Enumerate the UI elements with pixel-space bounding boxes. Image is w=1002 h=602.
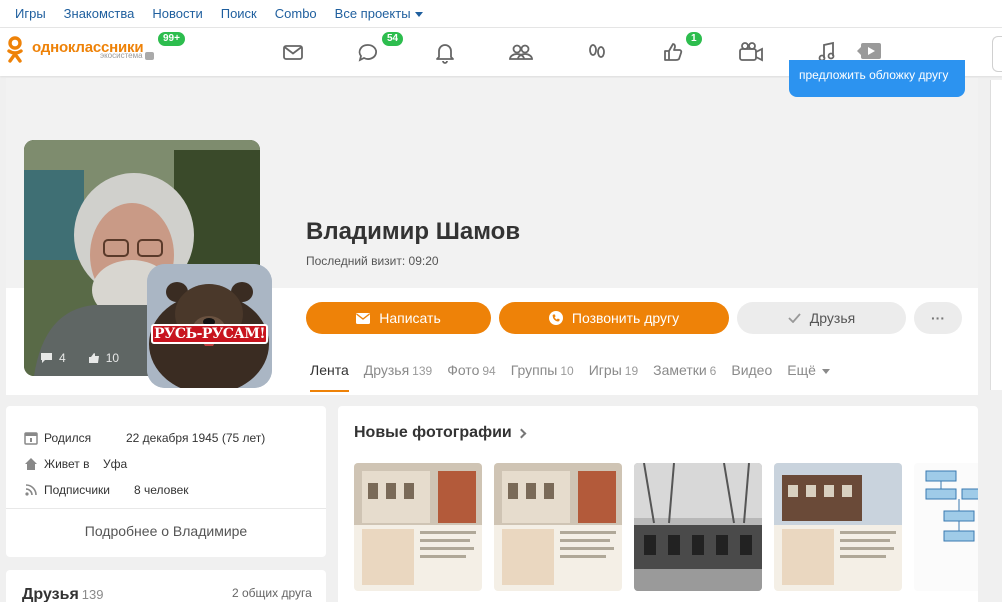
tab-groups-label: Группы bbox=[510, 362, 558, 378]
discussions-icon[interactable] bbox=[356, 40, 382, 64]
vk-icon bbox=[144, 51, 154, 60]
write-button-label: Написать bbox=[379, 310, 441, 326]
tab-feed[interactable]: Лента bbox=[310, 362, 349, 392]
photo-thumb[interactable] bbox=[774, 463, 902, 591]
notifications-icon[interactable] bbox=[432, 40, 458, 64]
tab-games-label: Игры bbox=[588, 362, 622, 378]
tab-games-count: 19 bbox=[624, 364, 639, 378]
tab-notes[interactable]: Заметки 6 bbox=[653, 362, 716, 378]
tab-photos-count: 94 bbox=[482, 364, 496, 378]
scrollbar[interactable] bbox=[990, 80, 1002, 390]
lives-label: Живет в bbox=[44, 457, 90, 471]
friends-status-label: Друзья bbox=[809, 310, 856, 326]
friends-card-title[interactable]: Друзья 139 bbox=[22, 586, 103, 602]
tab-photos-label: Фото bbox=[447, 362, 480, 378]
tab-photos[interactable]: Фото 94 bbox=[447, 362, 496, 378]
tab-games[interactable]: Игры 19 bbox=[589, 362, 638, 378]
new-photos-title-text: Новые фотографии bbox=[354, 424, 512, 441]
tab-more[interactable]: Ещё bbox=[787, 362, 830, 378]
call-friend-button[interactable]: Позвонить другу bbox=[499, 302, 729, 334]
home-icon bbox=[24, 457, 38, 471]
friends-status-button[interactable]: Друзья bbox=[737, 302, 906, 334]
more-actions-icon: ··· bbox=[931, 310, 945, 326]
mail-icon[interactable] bbox=[280, 40, 306, 64]
tab-notes-count: 6 bbox=[709, 364, 717, 378]
photo-thumb[interactable] bbox=[634, 463, 762, 591]
friends-icon[interactable] bbox=[508, 40, 534, 64]
about-card: Родился 22 декабря 1945 (75 лет) Живет в… bbox=[6, 406, 326, 557]
avatar-comments[interactable]: 4 bbox=[40, 351, 66, 365]
chevron-down-icon bbox=[821, 368, 830, 374]
all-projects-label: Все проекты bbox=[334, 6, 411, 21]
profile-tabs: Лента Друзья 139 Фото 94 Группы 10 Игры 19 З… bbox=[310, 362, 845, 392]
profile-name: Владимир Шамов bbox=[306, 218, 521, 245]
phone-icon bbox=[548, 311, 563, 325]
side-panel-tab[interactable] bbox=[992, 36, 1002, 72]
discussions-badge: 54 bbox=[380, 30, 406, 48]
avatar-comments-count: 4 bbox=[59, 351, 66, 365]
link-games[interactable]: Игры bbox=[15, 6, 46, 21]
caret-down-icon bbox=[414, 12, 423, 18]
cover-tip-text: предложить обложку другу bbox=[799, 68, 949, 82]
chevron-right-icon bbox=[516, 428, 527, 438]
avatar-sticker: РУСЬ-РУСАМ! bbox=[147, 264, 272, 388]
info-birthday: Родился 22 декабря 1945 (75 лет) bbox=[24, 431, 265, 445]
info-city: Живет в Уфа bbox=[24, 457, 127, 471]
link-dating[interactable]: Знакомства bbox=[64, 6, 135, 21]
ok-logo-icon bbox=[6, 36, 24, 64]
calendar-icon bbox=[24, 431, 38, 445]
top-links-bar: Игры Знакомства Новости Поиск Combo Все … bbox=[0, 0, 1002, 28]
tab-friends-label: Друзья bbox=[363, 362, 410, 378]
subs-value[interactable]: 8 человек bbox=[134, 483, 189, 497]
rss-icon bbox=[24, 483, 38, 497]
tab-friends-count: 139 bbox=[412, 364, 433, 378]
comment-icon bbox=[41, 353, 52, 363]
call-friend-label: Позвонить другу bbox=[571, 310, 680, 326]
about-more-link[interactable]: Подробнее о Владимире bbox=[6, 508, 326, 539]
tab-more-label: Ещё bbox=[787, 362, 816, 378]
tab-groups[interactable]: Группы 10 bbox=[511, 362, 574, 378]
cover-suggest-tip[interactable]: предложить обложку другу bbox=[789, 60, 965, 97]
friends-card: Друзья 139 2 общих друга bbox=[6, 570, 326, 602]
friends-title-count: 139 bbox=[81, 587, 104, 602]
photo-thumb[interactable] bbox=[354, 463, 482, 591]
logo-subtitle: экосистема bbox=[100, 51, 154, 60]
envelope-icon bbox=[356, 312, 371, 324]
link-combo[interactable]: Combo bbox=[275, 6, 317, 21]
tab-video-label: Видео bbox=[731, 362, 773, 378]
guests-icon[interactable] bbox=[584, 40, 610, 64]
write-button[interactable]: Написать bbox=[306, 302, 491, 334]
likes-badge: 1 bbox=[684, 30, 704, 48]
photo-thumb[interactable] bbox=[914, 463, 978, 591]
subs-label: Подписчики bbox=[44, 483, 111, 497]
tab-feed-label: Лента bbox=[310, 362, 349, 378]
friends-title-text: Друзья bbox=[22, 586, 79, 602]
tab-video[interactable]: Видео bbox=[731, 362, 772, 378]
born-label: Родился bbox=[44, 431, 92, 445]
lives-value[interactable]: Уфа bbox=[103, 457, 127, 471]
like-icon bbox=[88, 353, 99, 363]
avatar-stats: 4 10 bbox=[40, 351, 119, 365]
video-icon[interactable] bbox=[738, 40, 764, 64]
new-photos-title[interactable]: Новые фотографии bbox=[354, 424, 527, 442]
link-news[interactable]: Новости bbox=[152, 6, 202, 21]
tab-groups-count: 10 bbox=[560, 364, 574, 378]
logo-badge: 99+ bbox=[156, 30, 187, 48]
tab-friends[interactable]: Друзья 139 bbox=[364, 362, 432, 378]
born-value: 22 декабря 1945 (75 лет) bbox=[126, 431, 266, 445]
new-photos-card: Новые фотографии bbox=[338, 406, 978, 602]
link-all-projects[interactable]: Все проекты bbox=[335, 6, 423, 21]
common-friends[interactable]: 2 общих друга bbox=[232, 586, 312, 600]
tab-notes-label: Заметки bbox=[653, 362, 707, 378]
last-visit: Последний визит: 09:20 bbox=[306, 254, 439, 268]
likes-icon[interactable] bbox=[660, 40, 686, 64]
avatar-likes-count: 10 bbox=[105, 351, 120, 365]
info-subscribers: Подписчики 8 человек bbox=[24, 483, 189, 497]
link-search[interactable]: Поиск bbox=[221, 6, 257, 21]
sticker-text: РУСЬ-РУСАМ! bbox=[151, 324, 268, 344]
check-icon bbox=[788, 313, 801, 323]
more-actions-button[interactable]: ··· bbox=[914, 302, 962, 334]
photo-thumb[interactable] bbox=[494, 463, 622, 591]
avatar-likes[interactable]: 10 bbox=[88, 351, 119, 365]
